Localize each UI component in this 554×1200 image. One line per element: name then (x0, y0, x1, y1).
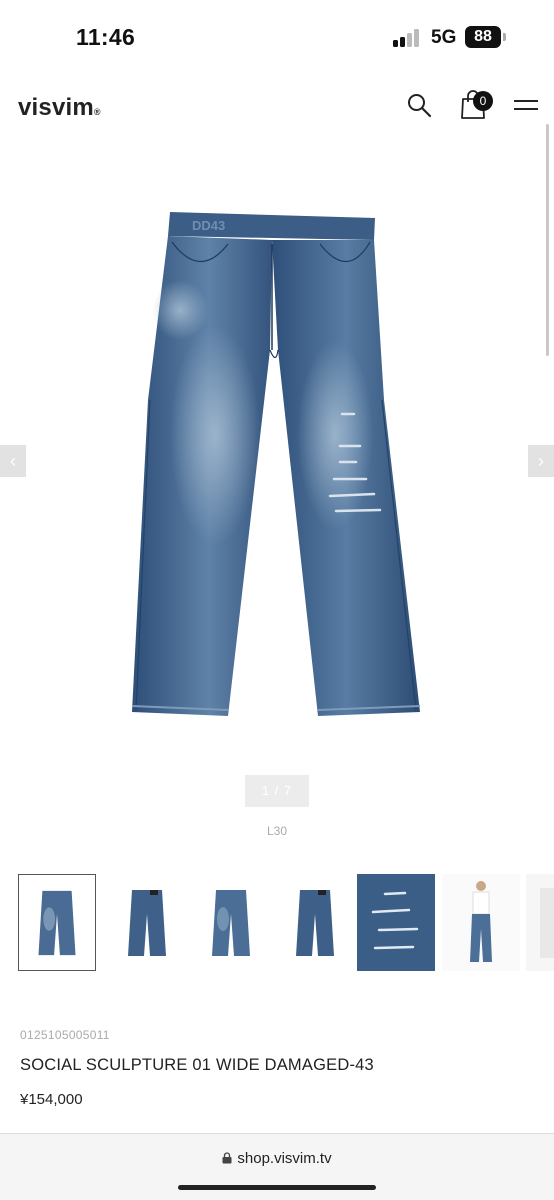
menu-icon[interactable] (514, 98, 538, 112)
waistband-print: DD43 (192, 218, 225, 233)
battery-icon: 88 (465, 26, 501, 48)
lock-icon (222, 1152, 232, 1164)
size-label: L30 (266, 824, 288, 838)
thumbnail-detail[interactable] (357, 874, 435, 971)
status-bar: 11:46 5G 88 (0, 0, 554, 75)
thumbnail-strip (18, 874, 554, 972)
cart-count-badge: 0 (473, 91, 493, 111)
browser-address-bar: shop.visvim.tv (0, 1133, 554, 1200)
visvim-logo[interactable]: visvim® (18, 94, 101, 122)
network-label: 5G (431, 27, 457, 48)
site-header: visvim® (0, 80, 554, 132)
url-display[interactable]: shop.visvim.tv (0, 1150, 554, 1167)
product-price: ¥154,000 (20, 1091, 83, 1108)
signal-icon (393, 29, 423, 47)
product-code: 0125105005011 (20, 1028, 110, 1042)
thumbnail-front-2[interactable] (192, 874, 270, 971)
thumbnail-front[interactable] (18, 874, 96, 971)
thumbnail-model[interactable] (442, 874, 520, 971)
thumbnail-back-2[interactable] (276, 874, 354, 971)
thumbnail-partial[interactable] (526, 874, 554, 971)
logo-text: visvim (18, 94, 94, 121)
logo-mark: ® (93, 107, 101, 117)
battery-tip (503, 33, 506, 41)
gallery-prev-button[interactable]: ‹ (0, 445, 26, 477)
product-name: SOCIAL SCULPTURE 01 WIDE DAMAGED-43 (20, 1056, 374, 1074)
status-time: 11:46 (76, 24, 136, 50)
url-text: shop.visvim.tv (237, 1150, 332, 1167)
gallery-next-button[interactable]: › (528, 445, 554, 477)
gallery-page-counter: 1 / 7 (245, 775, 309, 807)
search-icon[interactable] (406, 92, 432, 118)
thumbnail-back[interactable] (108, 874, 186, 971)
product-main-image[interactable]: DD43 (120, 200, 434, 730)
home-indicator[interactable] (178, 1185, 376, 1190)
scroll-indicator[interactable] (546, 124, 549, 356)
